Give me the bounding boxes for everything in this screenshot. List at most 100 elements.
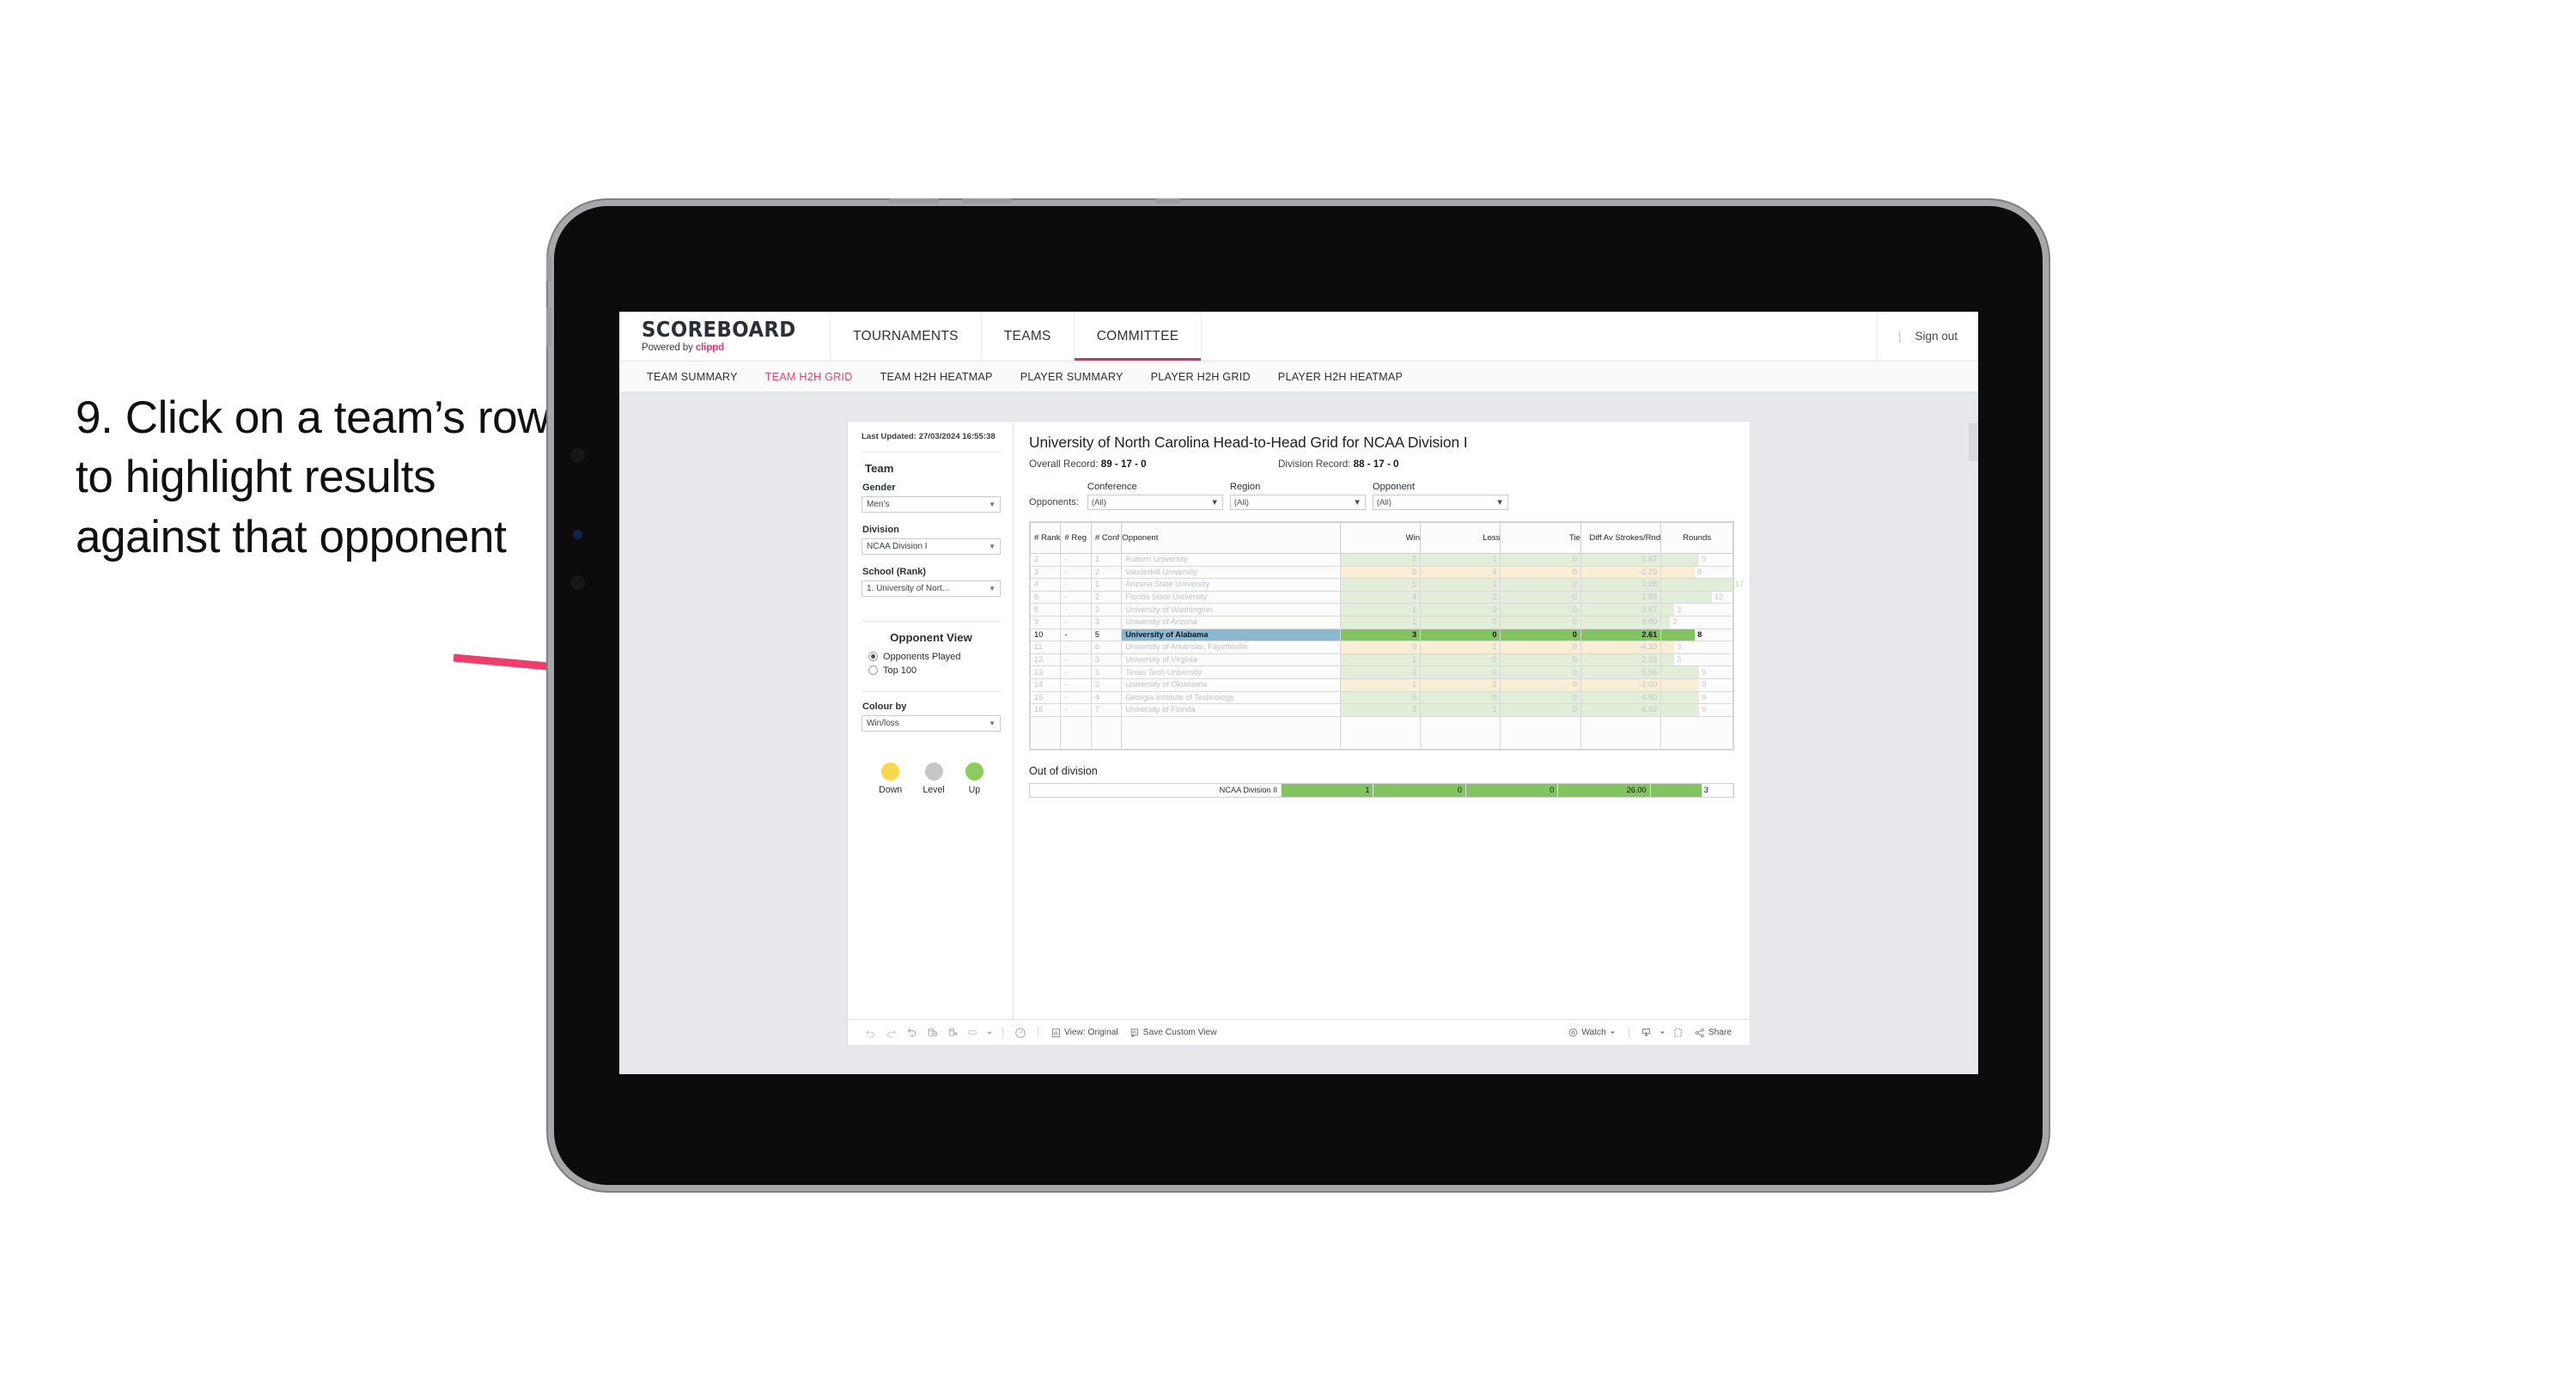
rounds-value: 8 (1697, 629, 1702, 639)
watch-button[interactable]: Watch (1562, 1028, 1622, 1037)
tab-team-h2h-heatmap[interactable]: TEAM H2H HEATMAP (867, 371, 1007, 383)
sign-out-link[interactable]: Sign out (1915, 330, 1958, 343)
table-row[interactable]: 9-3 University of Arizona 1 0 0 9.00 2 (1029, 615, 1733, 629)
view-original-button[interactable]: View: Original (1045, 1028, 1124, 1038)
ood-rounds-bar (1650, 783, 1702, 797)
pause-auto-update-icon[interactable] (1010, 1024, 1031, 1042)
table-row[interactable]: 11-6 University of Arkansas, Fayetteville… (1029, 641, 1733, 654)
table-row[interactable]: 14-2 University of Oklahoma 1 2 0 -1.00 9 (1029, 677, 1733, 692)
col-header-diff[interactable]: Diff Av Strokes/Rnd (1580, 522, 1662, 554)
division-select[interactable]: NCAA Division I ▼ (862, 538, 1001, 555)
cell-rank: 4 (1029, 578, 1062, 592)
cell-reg: - (1060, 690, 1092, 705)
undo-icon[interactable] (860, 1024, 880, 1042)
tab-player-h2h-grid[interactable]: PLAYER H2H GRID (1137, 371, 1264, 383)
col-header-tie[interactable]: Tie (1500, 522, 1581, 554)
cell-reg: - (1060, 703, 1092, 717)
rounds-value: 9 (1702, 667, 1707, 677)
cell-reg: - (1060, 615, 1092, 629)
tab-player-summary[interactable]: PLAYER SUMMARY (1007, 371, 1137, 383)
revert-icon[interactable] (901, 1024, 922, 1042)
ood-rounds-value: 3 (1703, 786, 1708, 795)
tab-player-h2h-heatmap[interactable]: PLAYER H2H HEATMAP (1264, 371, 1416, 383)
table-row[interactable]: 16-7 University of Florida 3 1 0 6.62 9 (1029, 703, 1733, 717)
filter-conference-select[interactable]: (All) ▼ (1087, 495, 1223, 510)
autoupdate-icon[interactable] (963, 1024, 984, 1042)
table-vertical-scrollbar[interactable] (1969, 423, 1977, 461)
tab-team-h2h-grid[interactable]: TEAM H2H GRID (752, 371, 867, 383)
radio-top-100[interactable]: Top 100 (868, 665, 1001, 676)
school-value: 1. University of Nort... (867, 583, 950, 593)
cell-diff: 6.62 (1580, 703, 1662, 717)
school-select[interactable]: 1. University of Nort... ▼ (862, 580, 1001, 597)
sub-navigation: TEAM SUMMARY TEAM H2H GRID TEAM H2H HEAT… (619, 361, 1978, 392)
fullscreen-icon[interactable] (1668, 1024, 1689, 1042)
legend-swatch-up (965, 762, 984, 781)
col-header-reg[interactable]: # Reg (1060, 522, 1092, 554)
table-row[interactable]: 2-1 Auburn University 2 1 0 1.67 9 (1029, 553, 1733, 567)
radio-label-opponents-played: Opponents Played (883, 651, 961, 662)
cell-win: 2 (1339, 553, 1422, 567)
col-header-loss[interactable]: Loss (1420, 522, 1501, 554)
radio-opponents-played[interactable]: Opponents Played (868, 652, 1001, 662)
table-row[interactable]: 6-2 Florida State University 4 2 0 1.83 12 (1029, 590, 1733, 604)
legend-item-down: Down (879, 762, 902, 795)
cell-tie: 0 (1500, 653, 1581, 667)
cell-rounds: 8 (1660, 628, 1733, 642)
share-button[interactable]: Share (1689, 1028, 1738, 1038)
cell-win: 1 (1339, 677, 1422, 692)
nav-tab-teams[interactable]: TEAMS (982, 312, 1075, 361)
colour-by-select[interactable]: Win/loss ▼ (862, 714, 1001, 732)
nav-tab-committee[interactable]: COMMITTEE (1074, 312, 1203, 361)
legend-label-down: Down (879, 784, 903, 795)
col-header-rounds[interactable]: Rounds (1660, 522, 1733, 554)
h2h-grid-table-wrapper[interactable]: # Rank # Reg # Conf Opponent Win Loss Ti… (1029, 423, 1977, 750)
pause-updates-icon[interactable] (942, 1024, 963, 1042)
out-of-division-row[interactable]: NCAA Division II 1 0 0 26.00 3 (1030, 783, 1734, 797)
empty-cell (1029, 715, 1062, 750)
cell-tie: 0 (1500, 628, 1581, 642)
cell-opponent: University of Florida (1121, 703, 1341, 717)
col-header-opponent[interactable]: Opponent (1121, 522, 1341, 554)
table-row[interactable]: 15-4 Georgia Institute of Technology 5 0 0 4.… (1029, 690, 1733, 705)
table-row[interactable]: 3-2 Vanderbilt University 0 4 0 -2.29 8 (1029, 565, 1733, 580)
cell-rounds: 3 (1660, 641, 1733, 654)
table-row[interactable]: 13-1 Texas Tech University 3 0 0 5.56 9 (1029, 665, 1733, 679)
table-row[interactable]: 10-5 University of Alabama 3 0 0 2.61 8 (1029, 628, 1733, 642)
out-of-division-table-wrapper: NCAA Division II 1 0 0 26.00 3 (1029, 782, 1734, 798)
refresh-data-icon[interactable] (922, 1024, 942, 1042)
gender-value: Men’s (867, 499, 890, 509)
gender-select[interactable]: Men’s ▼ (862, 495, 1001, 513)
table-row[interactable]: 8-2 University of Washington 1 0 0 3.67 3 (1029, 603, 1733, 617)
table-row[interactable]: 4-1 Arizona State University 5 1 0 2.28 17 (1029, 578, 1744, 592)
brand-logo: SCOREBOARD Powered by clippd (619, 312, 831, 361)
rounds-value: 8 (1697, 567, 1702, 576)
legend-label-up: Up (968, 784, 981, 795)
tab-team-summary[interactable]: TEAM SUMMARY (633, 371, 752, 383)
cell-reg: - (1060, 677, 1092, 692)
redo-icon[interactable] (880, 1024, 901, 1042)
empty-cell (1121, 715, 1341, 750)
col-header-win[interactable]: Win (1339, 522, 1422, 554)
empty-cell (1339, 715, 1422, 750)
device-button-top-3 (1155, 198, 1181, 203)
cell-tie: 0 (1500, 641, 1581, 654)
nav-tab-tournaments[interactable]: TOURNAMENTS (831, 312, 982, 361)
col-header-rank[interactable]: # Rank (1029, 522, 1062, 554)
rounds-value: 3 (1677, 654, 1682, 664)
colour-by-value: Win/loss (867, 718, 899, 728)
save-custom-view-button[interactable]: Save Custom View (1124, 1028, 1223, 1038)
filter-opponent-select[interactable]: (All) ▼ (1372, 495, 1508, 510)
filter-region-select[interactable]: (All) ▼ (1229, 495, 1366, 510)
empty-cell (1500, 715, 1581, 750)
grid-content: University of North Carolina Head-to-Hea… (1014, 422, 1977, 1019)
col-header-conf[interactable]: # Conf (1090, 522, 1123, 554)
download-icon[interactable] (1636, 1024, 1657, 1042)
cell-diff: 2.28 (1580, 578, 1662, 592)
chevron-down-icon[interactable] (1657, 1024, 1668, 1042)
chevron-down-icon (1610, 1031, 1615, 1034)
chevron-down-icon[interactable] (984, 1024, 996, 1042)
cell-win: 3 (1339, 703, 1422, 717)
rounds-value: 3 (1677, 642, 1682, 652)
table-row[interactable]: 12-3 University of Virginia 1 0 0 2.33 3 (1029, 653, 1733, 667)
